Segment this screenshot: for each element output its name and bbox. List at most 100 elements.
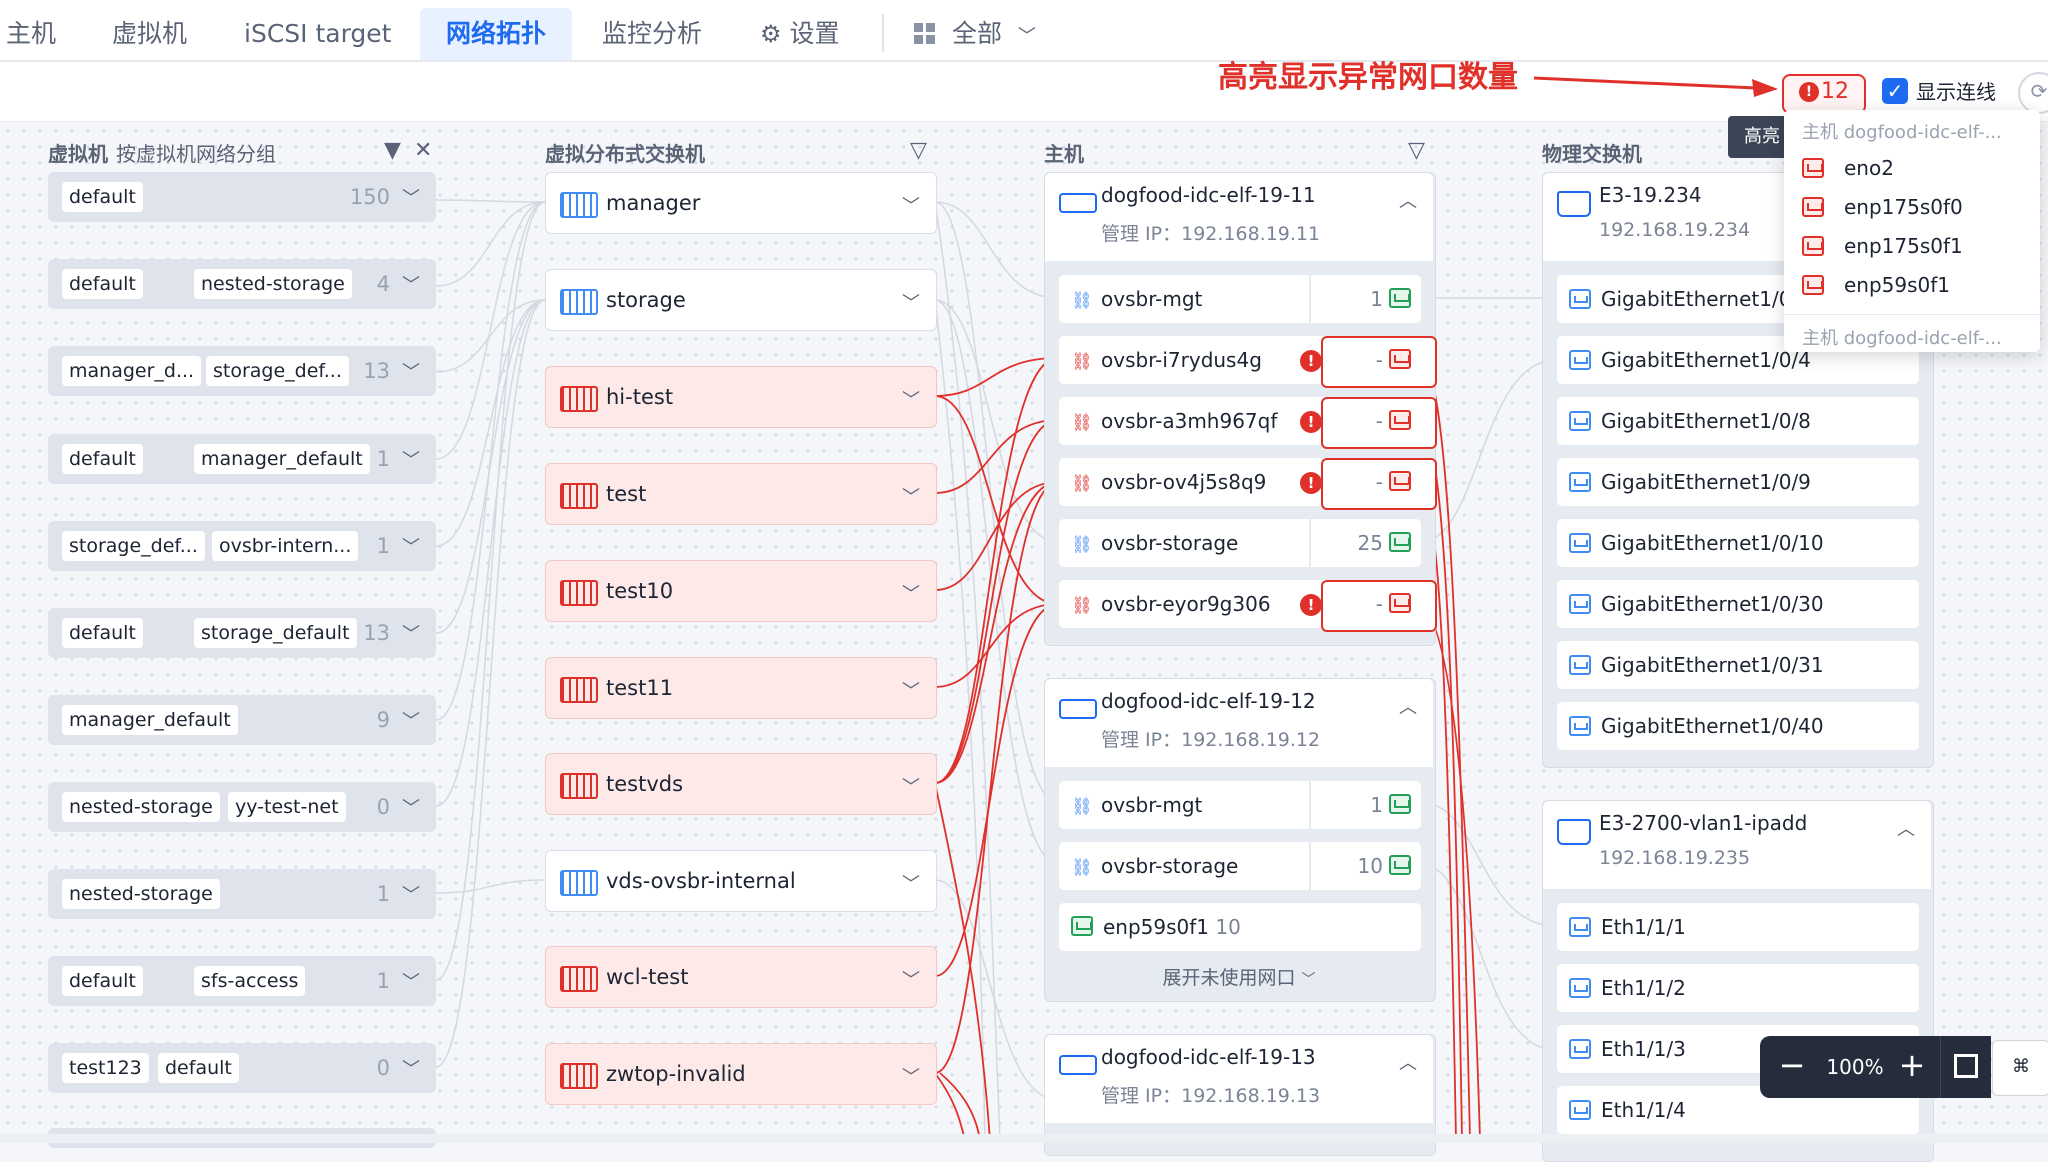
shortcut-key-button[interactable]: ⌘ (1992, 1040, 2048, 1096)
switch-header: E3-2700-vlan1-ipadd 192.168.19.235 ﹀ (1543, 801, 1931, 889)
vm-group-card[interactable]: default storage_default 13 ﹀ (48, 608, 436, 658)
vds-card-alert[interactable]: testvds ﹀ (545, 753, 937, 815)
port-icon (1569, 1039, 1591, 1059)
chevron-down-icon[interactable]: ﹀ (402, 794, 420, 820)
filter-icon[interactable]: ▼ (384, 138, 401, 163)
show-links-label[interactable]: 显示连线 (1916, 76, 1996, 105)
vm-column-title: 虚拟机 (48, 142, 108, 166)
chevron-down-icon[interactable]: ﹀ (902, 289, 920, 315)
chevron-down-icon[interactable]: ﹀ (402, 358, 420, 384)
vds-name: manager (606, 191, 701, 215)
vm-group-card[interactable]: storage_def... ovsbr-intern... 1 ﹀ (48, 521, 436, 571)
switch-port-row[interactable]: Eth1/1/2 (1557, 964, 1919, 1012)
chevron-down-icon[interactable]: ﹀ (902, 677, 920, 703)
switch-port-row[interactable]: GigabitEthernet1/0/9 (1557, 458, 1919, 506)
abnormal-nic-count-badge[interactable]: ! 12 (1782, 74, 1866, 114)
switch-port-row[interactable]: GigabitEthernet1/0/31 (1557, 641, 1919, 689)
filter-icon[interactable]: ▽ (910, 138, 927, 163)
bridge-name: ovsbr-ov4j5s8q9 (1101, 470, 1267, 494)
switch-port-row[interactable]: GigabitEthernet1/0/30 (1557, 580, 1919, 628)
fit-screen-button[interactable] (1940, 1036, 1991, 1098)
vds-card[interactable]: storage ﹀ (545, 269, 937, 331)
chevron-down-icon[interactable]: ﹀ (902, 483, 920, 509)
port-name: GigabitEthernet1/0/4 (1601, 348, 1811, 372)
chevron-down-icon[interactable]: ﹀ (902, 386, 920, 412)
close-icon[interactable]: ✕ (414, 138, 432, 163)
switch-port-row[interactable]: GigabitEthernet1/0/10 (1557, 519, 1919, 567)
chevron-down-icon[interactable]: ﹀ (902, 870, 920, 896)
chevron-up-icon[interactable]: ﹀ (1399, 187, 1417, 213)
vds-name: storage (606, 288, 686, 312)
vds-card-alert[interactable]: test10 ﹀ (545, 560, 937, 622)
vm-group-card[interactable]: default 150 ﹀ (48, 172, 436, 222)
chevron-down-icon[interactable]: ﹀ (402, 968, 420, 994)
vds-card[interactable]: vds-ovsbr-internal ﹀ (545, 850, 937, 912)
bridge-row-alert[interactable]: ⛓ ovsbr-ov4j5s8q9 - ! (1059, 458, 1437, 510)
chevron-down-icon[interactable]: ﹀ (402, 620, 420, 646)
bridge-row[interactable]: ⛓ ovsbr-storage 25 (1059, 519, 1421, 567)
unused-nic-row[interactable]: enp59s0f1 10 (1059, 903, 1421, 951)
switch-port-row[interactable]: Eth1/1/1 (1557, 903, 1919, 951)
vm-group-card[interactable]: default sfs-access 1 ﹀ (48, 956, 436, 1006)
port-icon (1569, 533, 1591, 553)
vds-card-alert[interactable]: zwtop-invalid ﹀ (545, 1043, 937, 1105)
bridge-row[interactable]: ⛓ ovsbr-storage 10 (1059, 842, 1421, 890)
bridge-row[interactable]: ⛓ ovsbr-mgt 1 (1059, 781, 1421, 829)
popup-nic-item[interactable]: enp59s0f1 (1802, 267, 1950, 303)
bridge-row-alert[interactable]: ⛓ ovsbr-eyor9g306 - ! (1059, 580, 1437, 632)
zoom-out-button[interactable]: − (1774, 1046, 1810, 1086)
chevron-up-icon[interactable]: ﹀ (1897, 815, 1915, 841)
chevron-down-icon[interactable]: ﹀ (902, 773, 920, 799)
vm-group-card[interactable]: manager_d... storage_def... 13 ﹀ (48, 346, 436, 396)
vds-name: test (606, 482, 647, 506)
chevron-down-icon[interactable]: ﹀ (402, 1055, 420, 1081)
vm-group-card[interactable]: manager_default 9 ﹀ (48, 695, 436, 745)
switch-card[interactable]: E3-2700-vlan1-ipadd 192.168.19.235 ﹀ Eth… (1542, 800, 1934, 1162)
chevron-down-icon[interactable]: ﹀ (402, 271, 420, 297)
popup-nic-item[interactable]: enp175s0f1 (1802, 228, 1963, 264)
popup-nic-item[interactable]: eno2 (1802, 150, 1894, 186)
vm-group-card[interactable]: test123 default 0 ﹀ (48, 1043, 436, 1093)
nic-count: 25 (1357, 531, 1383, 555)
chevron-down-icon[interactable]: ﹀ (902, 580, 920, 606)
vds-card[interactable]: manager ﹀ (545, 172, 937, 234)
bridge-row-alert[interactable]: ⛓ ovsbr-i7rydus4g - ! (1059, 336, 1437, 388)
bridge-icon: ⛓ (1071, 474, 1093, 494)
chevron-down-icon[interactable]: ﹀ (402, 184, 420, 210)
popup-nic-item[interactable]: enp175s0f0 (1802, 189, 1963, 225)
chevron-down-icon[interactable]: ﹀ (902, 1063, 920, 1089)
host-card[interactable]: dogfood-idc-elf-19-12 管理 IP：192.168.19.1… (1044, 678, 1436, 1002)
switch-icon (1557, 819, 1591, 845)
chevron-up-icon[interactable]: ﹀ (1399, 693, 1417, 719)
switch-port-row[interactable]: GigabitEthernet1/0/40 (1557, 702, 1919, 750)
chevron-down-icon[interactable]: ﹀ (402, 446, 420, 472)
filter-icon[interactable]: ▽ (1408, 138, 1425, 163)
port-icon (1569, 655, 1591, 675)
bridge-icon: ⛓ (1071, 596, 1093, 616)
vm-group-card[interactable]: default manager_default 1 ﹀ (48, 434, 436, 484)
divider (1309, 781, 1311, 829)
chevron-down-icon[interactable]: ﹀ (402, 707, 420, 733)
vds-card-alert[interactable]: hi-test ﹀ (545, 366, 937, 428)
vm-group-card[interactable]: default nested-storage 4 ﹀ (48, 259, 436, 309)
chevron-down-icon[interactable]: ﹀ (402, 533, 420, 559)
vm-group-card[interactable]: nested-storage 1 ﹀ (48, 869, 436, 919)
vds-card-alert[interactable]: test ﹀ (545, 463, 937, 525)
vds-card-alert[interactable]: wcl-test ﹀ (545, 946, 937, 1008)
show-links-checkbox[interactable]: ✓ (1882, 78, 1908, 104)
vm-group-card[interactable]: nested-storage yy-test-net 0 ﹀ (48, 782, 436, 832)
vds-card-alert[interactable]: test11 ﹀ (545, 657, 937, 719)
zoom-in-button[interactable]: + (1894, 1046, 1930, 1086)
host-name: dogfood-idc-elf-19-13 (1101, 1045, 1316, 1069)
nic-alert-icon (1389, 471, 1411, 491)
chevron-down-icon[interactable]: ﹀ (902, 966, 920, 992)
switch-port-row[interactable]: GigabitEthernet1/0/8 (1557, 397, 1919, 445)
chevron-up-icon[interactable]: ﹀ (1399, 1049, 1417, 1075)
bridge-row-alert[interactable]: ⛓ ovsbr-a3mh967qf - ! (1059, 397, 1437, 449)
port-icon (1569, 917, 1591, 937)
bridge-row[interactable]: ⛓ ovsbr-mgt 1 (1059, 275, 1421, 323)
chevron-down-icon[interactable]: ﹀ (902, 192, 920, 218)
host-card[interactable]: dogfood-idc-elf-19-11 管理 IP：192.168.19.1… (1044, 172, 1437, 646)
expand-unused-nics-link[interactable]: 展开未使用网口 ﹀ (1045, 963, 1433, 990)
chevron-down-icon[interactable]: ﹀ (402, 881, 420, 907)
